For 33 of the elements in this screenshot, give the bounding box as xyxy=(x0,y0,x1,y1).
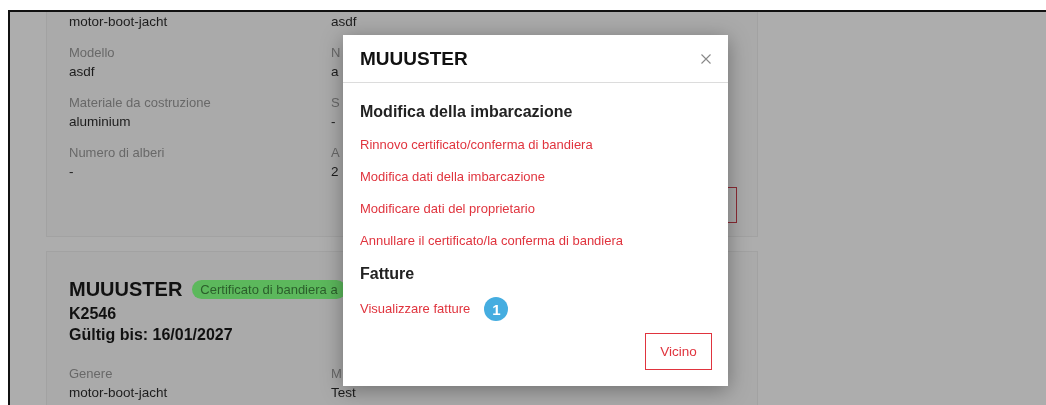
close-icon[interactable] xyxy=(701,53,711,64)
field-value: a xyxy=(331,63,339,81)
field-value: aluminium xyxy=(69,113,131,131)
field-label: A xyxy=(331,144,340,162)
modal-title: MUUUSTER xyxy=(360,47,468,70)
field-value: motor-boot-jacht xyxy=(69,13,168,31)
section-heading: Fatture xyxy=(360,264,416,284)
section-heading: Modifica della imbarcazione xyxy=(360,102,574,122)
field-label: Materiale da costruzione xyxy=(69,94,211,112)
field-value: - xyxy=(69,163,74,181)
field-label: S xyxy=(331,94,340,112)
action-link[interactable]: Modifica dati della imbarcazione xyxy=(360,167,545,187)
vessel-number: K2546 xyxy=(69,304,117,324)
field-value: asdf xyxy=(69,63,95,81)
action-link[interactable]: Modificare dati del proprietario xyxy=(360,199,535,219)
vessel-name: MUUUSTER xyxy=(69,278,183,301)
status-badge: Certificato di bandiera a xyxy=(192,280,346,299)
field-value: asdf xyxy=(331,13,357,31)
close-button[interactable]: Vicino xyxy=(645,333,712,370)
field-value: 2 xyxy=(331,163,339,181)
field-value: motor-boot-jacht xyxy=(69,384,168,402)
action-link[interactable]: Annullare il certificato/la conferma di bandiera xyxy=(360,231,624,251)
field-label: Numero di alberi xyxy=(69,144,165,162)
field-label: Modello xyxy=(69,44,115,62)
field-value: Test xyxy=(331,384,356,402)
action-link[interactable]: Rinnovo certificato/conferma di bandiera xyxy=(360,135,593,155)
count-badge: 1 xyxy=(484,297,509,321)
field-label: N xyxy=(331,44,341,62)
valid-until: Gültig bis: 16/01/2027 xyxy=(69,325,233,345)
field-label: Genere xyxy=(69,365,113,383)
action-link[interactable]: Visualizzare fatture xyxy=(360,299,471,319)
field-value: - xyxy=(331,113,336,131)
field-label: M xyxy=(331,365,342,383)
